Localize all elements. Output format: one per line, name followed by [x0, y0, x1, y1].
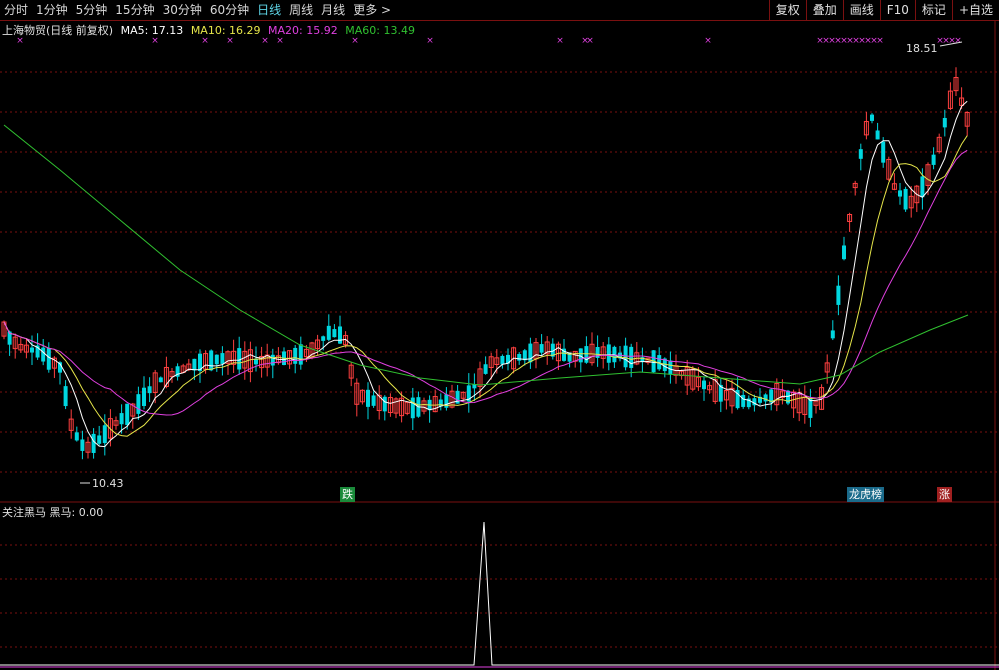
candle-body-down [539, 344, 544, 353]
candle-body-down [209, 350, 214, 371]
candle-body-down [158, 377, 163, 383]
candle-body-down [125, 403, 130, 425]
candle-body-down [830, 330, 835, 339]
candle-body-down [920, 176, 925, 198]
candle-body-down [237, 348, 242, 370]
ma60-line [3, 124, 969, 386]
candle-body-down [741, 394, 746, 407]
candle-body-down [220, 353, 225, 364]
candle-body-down [702, 380, 706, 390]
candle-body-down [606, 344, 611, 363]
candle-body-down [321, 336, 326, 341]
kline-chart[interactable]: × × × × × × × × × ×× × ××××××××××× ××××18.5110.43 [0, 0, 999, 670]
candle-body-down [898, 190, 902, 197]
ma10-value: MA10: 16.29 [190, 24, 261, 37]
candle-body-down [30, 347, 34, 353]
candle-body-down [870, 114, 874, 121]
signal-marker: × [426, 36, 434, 46]
candle-body-down [147, 386, 152, 394]
indicator-line [0, 521, 999, 666]
signal-marker: × [954, 36, 962, 46]
candle-body-down [836, 285, 841, 305]
low-price-label: 10.43 [92, 477, 124, 490]
signal-marker: × [876, 36, 884, 46]
signal-marker: × [556, 36, 564, 46]
candle-body-down [326, 325, 331, 340]
candle-body-down [46, 347, 51, 370]
candle-body-down [80, 439, 85, 451]
signal-marker: × [704, 36, 712, 46]
indicator-legend: 关注黑马 黑马: 0.00 [2, 506, 104, 519]
candle-body-down [338, 326, 342, 344]
candle-body-down [74, 432, 79, 441]
candle-body-down [881, 141, 886, 163]
ma60-value: MA60: 13.49 [345, 24, 415, 37]
stock-title: 上海物贸(日线 前复权) [2, 24, 114, 37]
candle-body-down [858, 149, 863, 159]
candle-body-down [102, 425, 107, 444]
candle-body-down [214, 354, 219, 365]
candle-body-down [763, 394, 768, 402]
candle-body-down [142, 387, 146, 407]
ma20-line [3, 149, 968, 416]
ma5-value: MA5: 17.13 [120, 24, 184, 37]
candle-body-down [371, 395, 376, 406]
candle-body-down [97, 435, 102, 444]
candle-body-down [668, 360, 673, 375]
candle-body-down [842, 245, 846, 260]
tag-up[interactable]: 涨 [937, 487, 952, 502]
candle-body-down [483, 364, 488, 374]
tag-dragon-tiger-list[interactable]: 龙虎榜 [847, 487, 884, 502]
ma5-line [3, 100, 968, 448]
candle-body-down [382, 396, 387, 412]
candle-body-down [903, 188, 908, 210]
candle-body-down [366, 389, 370, 407]
candle-body-down [332, 329, 337, 338]
candle-body-down [41, 347, 46, 362]
candle-body-down [942, 117, 947, 128]
candle-body-down [410, 397, 415, 419]
candle-body-down [293, 347, 298, 364]
candle-body-down [91, 433, 96, 453]
candle-body-down [119, 413, 124, 425]
candle-body-down [522, 350, 527, 361]
candle-body-down [500, 355, 505, 365]
candle-body-down [931, 154, 936, 165]
candle-body-down [270, 354, 275, 366]
candle-body-down [875, 130, 880, 140]
signal-marker: × [586, 36, 594, 46]
ma20-value: MA20: 15.92 [268, 24, 338, 37]
high-price-label: 18.51 [906, 42, 938, 55]
candle-body-down [136, 394, 141, 414]
candle-body-down [192, 358, 197, 371]
candle-body-down [63, 386, 68, 407]
candle-body-down [517, 354, 522, 361]
candle-body-down [254, 358, 258, 365]
ma-legend: 上海物贸(日线 前复权) MA5: 17.13 MA10: 16.29 MA20… [2, 22, 419, 38]
candle-body-down [629, 346, 634, 368]
candle-body-down [298, 344, 303, 365]
tag-down[interactable]: 跌 [340, 487, 355, 502]
